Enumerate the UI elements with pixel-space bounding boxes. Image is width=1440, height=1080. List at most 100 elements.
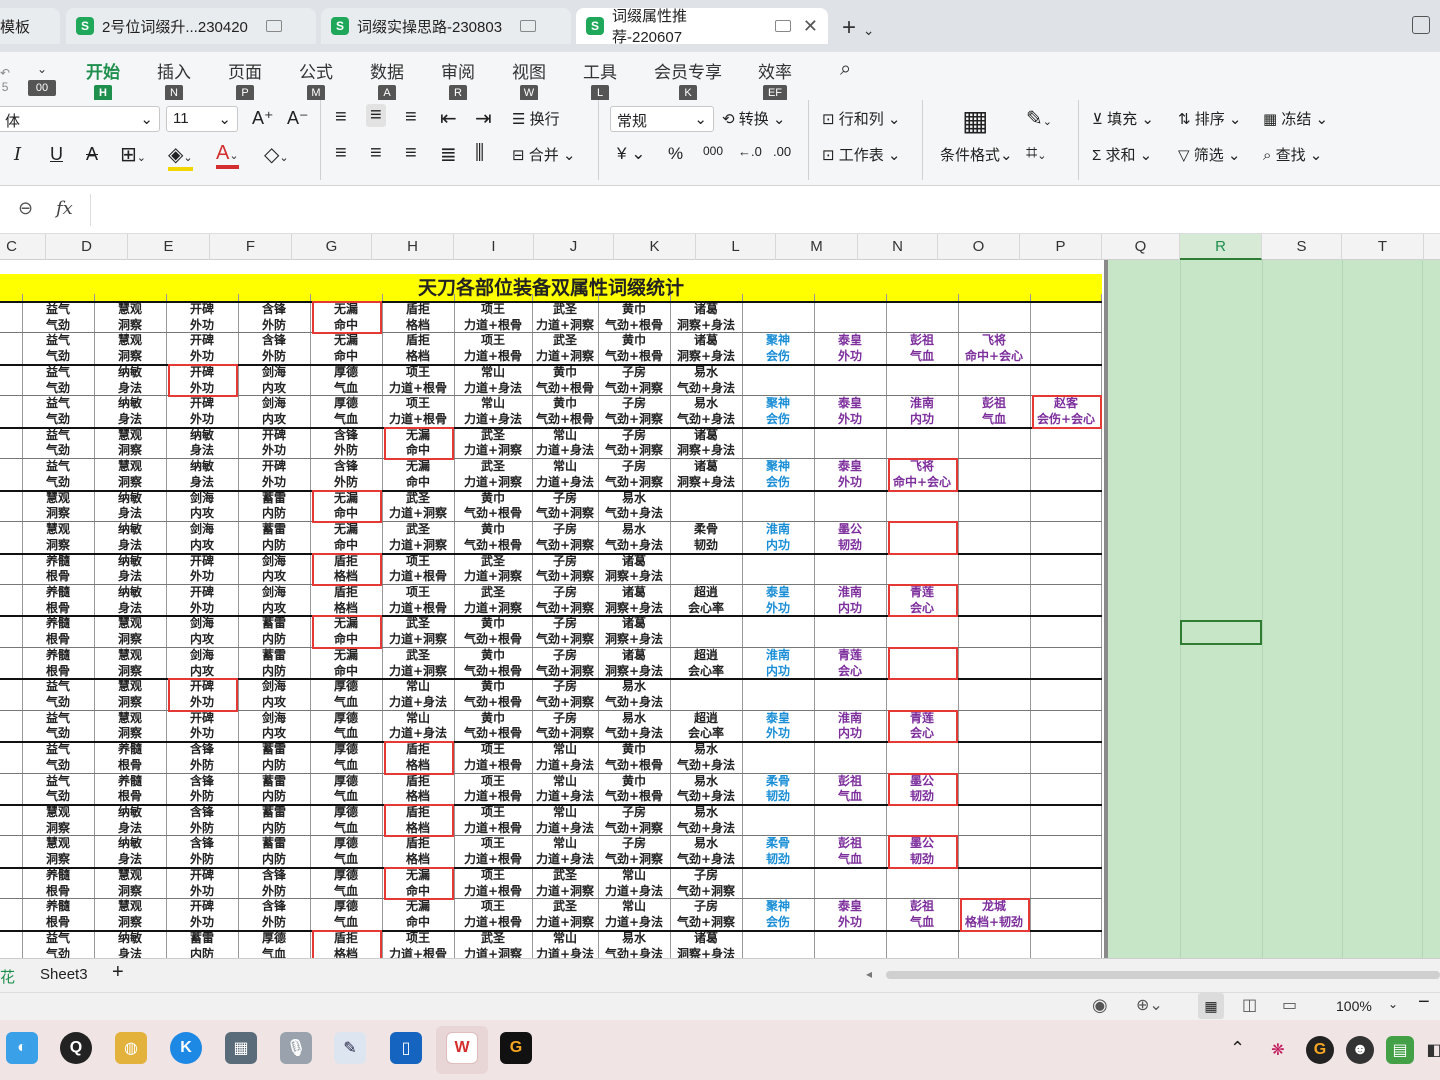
table-cell[interactable]: 聚神 bbox=[742, 333, 814, 349]
table-cell[interactable] bbox=[958, 491, 1030, 507]
table-cell[interactable] bbox=[670, 679, 742, 695]
table-cell[interactable]: 剑海 bbox=[238, 396, 310, 412]
table-cell[interactable]: 易水 bbox=[598, 679, 670, 695]
rows-cols-button[interactable]: ⊡ 行和列 ⌄ bbox=[822, 108, 901, 129]
table-cell[interactable]: 蓄雷 bbox=[166, 931, 238, 947]
table-cell[interactable]: 会伤 bbox=[742, 412, 814, 428]
table-cell[interactable]: 益气 bbox=[22, 459, 94, 475]
table-cell[interactable]: 蓄雷 bbox=[238, 836, 310, 852]
column-header-o[interactable]: O bbox=[938, 234, 1020, 260]
table-cell[interactable]: 无漏 bbox=[310, 648, 382, 664]
table-cell[interactable] bbox=[958, 459, 1030, 475]
tray-icon-2[interactable]: G bbox=[1306, 1036, 1334, 1064]
table-cell[interactable]: 益气 bbox=[22, 396, 94, 412]
table-cell[interactable]: 根骨 bbox=[22, 915, 94, 931]
table-cell[interactable] bbox=[814, 947, 886, 958]
table-cell[interactable] bbox=[1030, 664, 1102, 680]
currency-button[interactable]: ¥ ⌄ bbox=[617, 144, 645, 164]
quick-access-key[interactable]: ⌄ 00 bbox=[28, 58, 56, 96]
table-cell[interactable]: 剑海 bbox=[238, 554, 310, 570]
tray-icon-5[interactable]: ◧ bbox=[1424, 1036, 1440, 1064]
filter-button[interactable]: ▽ 筛选 ⌄ bbox=[1178, 144, 1240, 165]
table-cell[interactable]: 剑海 bbox=[166, 522, 238, 538]
table-cell[interactable] bbox=[1030, 947, 1102, 958]
table-cell[interactable]: 命中 bbox=[382, 475, 454, 491]
table-cell[interactable]: 格档 bbox=[310, 601, 382, 617]
table-cell[interactable]: 黄巾 bbox=[454, 616, 532, 632]
table-cell[interactable]: 会伤 bbox=[742, 475, 814, 491]
table-cell[interactable]: 力道+洞察 bbox=[532, 915, 598, 931]
table-cell[interactable]: 慧观 bbox=[94, 899, 166, 915]
table-cell[interactable]: 聚神 bbox=[742, 396, 814, 412]
table-cell[interactable]: 易水 bbox=[598, 491, 670, 507]
microphone-icon[interactable]: 🎙 bbox=[280, 1032, 312, 1064]
table-cell[interactable]: 外功 bbox=[742, 601, 814, 617]
table-cell[interactable]: 慧观 bbox=[94, 428, 166, 444]
table-cell[interactable] bbox=[958, 679, 1030, 695]
table-cell[interactable]: 易水 bbox=[670, 774, 742, 790]
table-cell[interactable]: 力道+洞察 bbox=[454, 475, 532, 491]
table-cell[interactable]: 洞察+身法 bbox=[670, 443, 742, 459]
font-name-select[interactable]: 体 ⌄ bbox=[0, 106, 160, 132]
table-cell[interactable]: 益气 bbox=[22, 428, 94, 444]
table-cell[interactable]: 子房 bbox=[532, 648, 598, 664]
table-cell[interactable]: 剑海 bbox=[238, 711, 310, 727]
table-cell[interactable]: 内攻 bbox=[238, 726, 310, 742]
border-icon[interactable]: ⊞⌄ bbox=[120, 142, 146, 167]
table-cell[interactable]: 剑海 bbox=[238, 585, 310, 601]
align-right-icon[interactable]: ≡ bbox=[405, 142, 417, 165]
table-cell[interactable]: 常山 bbox=[532, 836, 598, 852]
table-cell[interactable]: 剑海 bbox=[166, 616, 238, 632]
table-cell[interactable] bbox=[0, 475, 22, 491]
spreadsheet-grid[interactable]: 天刀各部位装备双属性词缀统计 益气 慧观 开碑 含锋 无漏 盾拒 项王 武圣 黄巾 诸葛 气劲 洞察外… bbox=[0, 260, 1440, 958]
table-cell[interactable]: 力道+身法 bbox=[382, 726, 454, 742]
app-icon-k[interactable]: K bbox=[170, 1032, 202, 1064]
table-cell[interactable]: 飞将 bbox=[958, 333, 1030, 349]
table-cell[interactable] bbox=[1030, 506, 1102, 522]
table-cell[interactable]: 蓄雷 bbox=[238, 648, 310, 664]
table-cell[interactable]: 含锋 bbox=[166, 742, 238, 758]
table-cell[interactable]: 力道+洞察 bbox=[382, 538, 454, 554]
table-cell[interactable] bbox=[958, 805, 1030, 821]
table-cell[interactable]: 彭祖 bbox=[886, 899, 958, 915]
locate-icon[interactable]: ⊕⌄ bbox=[1136, 995, 1163, 1015]
table-cell[interactable] bbox=[886, 491, 958, 507]
align-middle-icon[interactable]: ≡ bbox=[366, 104, 386, 127]
table-cell[interactable]: 养髓 bbox=[94, 742, 166, 758]
table-cell[interactable]: 开碑 bbox=[166, 302, 238, 318]
font-size-select[interactable]: 11 ⌄ bbox=[166, 106, 238, 132]
table-cell[interactable] bbox=[886, 616, 958, 632]
table-cell[interactable]: 气劲+根骨 bbox=[454, 726, 532, 742]
table-cell[interactable]: 黄巾 bbox=[598, 742, 670, 758]
table-cell[interactable]: 无漏 bbox=[382, 459, 454, 475]
table-cell[interactable]: 子房 bbox=[598, 396, 670, 412]
table-cell[interactable] bbox=[958, 947, 1030, 958]
table-cell[interactable] bbox=[814, 554, 886, 570]
table-cell[interactable] bbox=[0, 522, 22, 538]
table-cell[interactable] bbox=[0, 695, 22, 711]
table-cell[interactable] bbox=[886, 365, 958, 381]
table-cell[interactable]: 气劲+洞察 bbox=[598, 443, 670, 459]
table-cell[interactable] bbox=[814, 821, 886, 837]
table-cell[interactable]: 慧观 bbox=[22, 836, 94, 852]
table-cell[interactable]: 蓄雷 bbox=[238, 774, 310, 790]
table-cell[interactable]: 外防 bbox=[166, 821, 238, 837]
table-cell[interactable] bbox=[1030, 475, 1102, 491]
table-cell[interactable]: 含锋 bbox=[238, 333, 310, 349]
table-cell[interactable]: 诸葛 bbox=[670, 931, 742, 947]
table-cell[interactable]: 气劲+根骨 bbox=[532, 412, 598, 428]
table-cell[interactable] bbox=[1030, 711, 1102, 727]
table-cell[interactable]: 子房 bbox=[532, 585, 598, 601]
table-cell[interactable] bbox=[958, 365, 1030, 381]
table-cell[interactable]: 外功 bbox=[166, 569, 238, 585]
table-cell[interactable]: 开碑 bbox=[166, 899, 238, 915]
table-cell[interactable]: 慧观 bbox=[94, 302, 166, 318]
table-cell[interactable]: 易水 bbox=[670, 742, 742, 758]
table-cell[interactable]: 气劲+洞察 bbox=[598, 381, 670, 397]
table-cell[interactable]: 盾拒 bbox=[382, 302, 454, 318]
table-cell[interactable] bbox=[886, 695, 958, 711]
table-cell[interactable]: 超逍 bbox=[670, 711, 742, 727]
table-cell[interactable]: 外功 bbox=[814, 349, 886, 365]
column-header-j[interactable]: J bbox=[534, 234, 614, 260]
table-cell[interactable]: 力道+洞察 bbox=[454, 443, 532, 459]
